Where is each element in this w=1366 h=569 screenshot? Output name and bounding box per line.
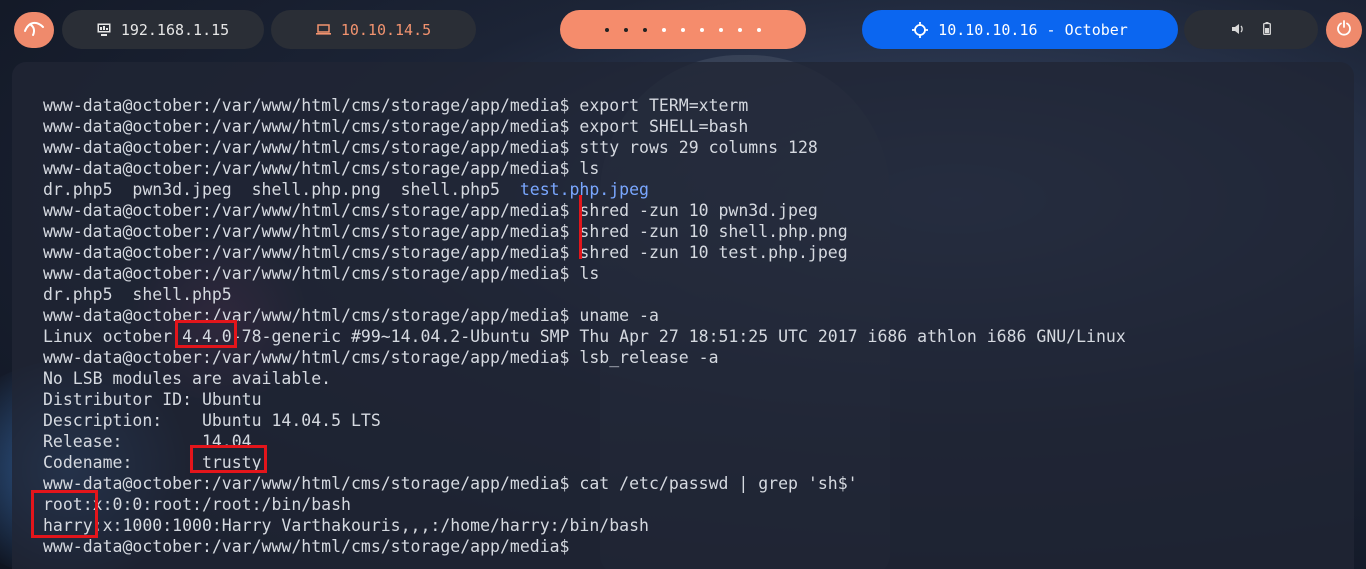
host-ip-label: 192.168.1.15 — [120, 20, 230, 39]
workspace-dot-1[interactable] — [605, 27, 609, 32]
highlighted-file: test.php.jpeg — [519, 180, 649, 199]
terminal-prompt-line[interactable]: www-data@october:/var/www/html/cms/stora… — [43, 536, 1126, 557]
terminal-window[interactable]: www-data@october:/var/www/html/cms/stora… — [12, 62, 1354, 569]
workspace-dot-8[interactable] — [738, 27, 742, 32]
host-ip-widget[interactable]: 192.168.1.15 — [62, 10, 264, 49]
workspace-dot-5[interactable] — [681, 27, 685, 32]
crosshair-icon — [912, 21, 929, 38]
users-annotation — [31, 490, 98, 538]
terminal-line: www-data@october:/var/www/html/cms/stora… — [43, 348, 719, 367]
target-label: 10.10.10.16 - October — [938, 20, 1128, 39]
terminal-line: Distributor ID: Ubuntu — [43, 390, 262, 409]
workspace-dot-9[interactable] — [757, 27, 761, 32]
monitor-icon — [97, 23, 111, 36]
kernel-version-annotation — [175, 320, 237, 348]
terminal-line: harry:x:1000:1000:Harry Varthakouris,,,:… — [43, 516, 649, 535]
terminal-line: www-data@october:/var/www/html/cms/stora… — [43, 243, 848, 262]
system-tray — [1184, 10, 1318, 49]
top-bar: 192.168.1.15 10.10.14.5 10.10.10.16 - Oc… — [0, 0, 1366, 62]
terminal-line: www-data@october:/var/www/html/cms/stora… — [43, 117, 749, 136]
power-icon — [1336, 20, 1352, 40]
terminal-line: www-data@october:/var/www/html/cms/stora… — [43, 222, 848, 241]
terminal-line: dr.php5 pwn3d.jpeg shell.php.png shell.p… — [43, 179, 1126, 200]
laptop-icon — [315, 24, 331, 35]
workspace-dot-2[interactable] — [624, 27, 628, 32]
kali-menu-button[interactable] — [14, 12, 54, 48]
kali-dragon-icon — [23, 19, 45, 41]
shred-annotation-bar — [579, 195, 582, 259]
terminal-line: www-data@october:/var/www/html/cms/stora… — [43, 138, 818, 157]
terminal-line: www-data@october:/var/www/html/cms/stora… — [43, 474, 858, 493]
terminal-line: www-data@october:/var/www/html/cms/stora… — [43, 201, 818, 220]
workspace-dot-4[interactable] — [662, 27, 666, 32]
target-widget[interactable]: 10.10.10.16 - October — [862, 10, 1178, 49]
terminal-line: www-data@october:/var/www/html/cms/stora… — [43, 159, 600, 178]
terminal-line: Description: Ubuntu 14.04.5 LTS — [43, 411, 381, 430]
workspace-dot-7[interactable] — [719, 27, 723, 32]
power-button[interactable] — [1326, 12, 1362, 48]
vpn-ip-widget[interactable]: 10.10.14.5 — [271, 10, 476, 49]
vpn-ip-label: 10.10.14.5 — [340, 20, 432, 39]
terminal-line: root:x:0:0:root:/root:/bin/bash — [43, 495, 351, 514]
terminal-line: dr.php5 shell.php5 — [43, 285, 232, 304]
battery-icon[interactable] — [1263, 21, 1271, 39]
terminal-line: No LSB modules are available. — [43, 369, 332, 388]
terminal-line: www-data@october:/var/www/html/cms/stora… — [43, 96, 749, 115]
ls-output: dr.php5 pwn3d.jpeg shell.php.png shell.p… — [43, 180, 520, 199]
workspace-dot-3[interactable] — [643, 27, 647, 32]
volume-icon[interactable] — [1231, 21, 1245, 39]
workspace-switcher[interactable] — [560, 10, 806, 49]
codename-annotation — [190, 445, 267, 473]
workspace-dot-6[interactable] — [700, 27, 704, 32]
terminal-line: www-data@october:/var/www/html/cms/stora… — [43, 264, 600, 283]
